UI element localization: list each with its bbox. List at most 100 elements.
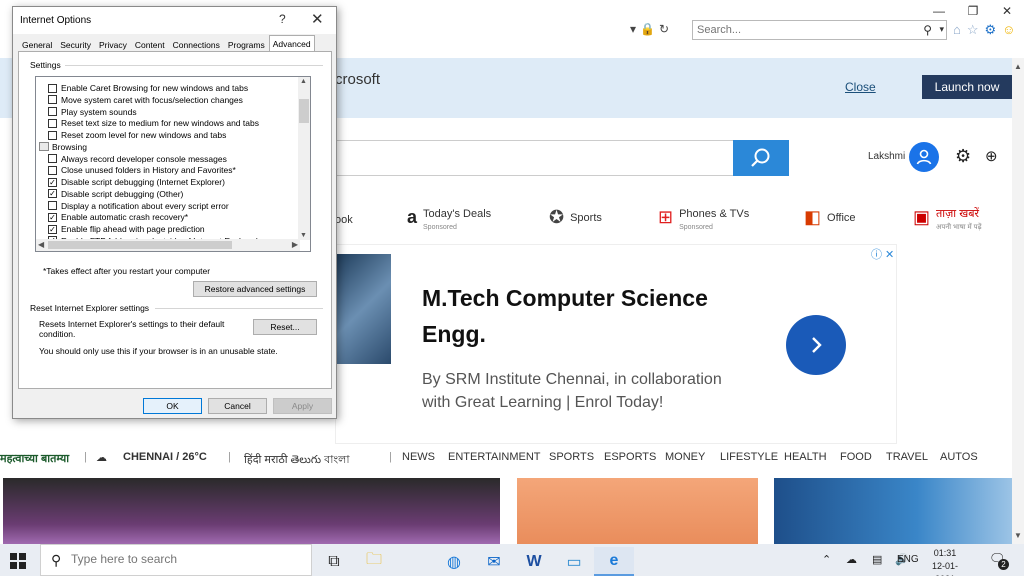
checkbox[interactable] xyxy=(48,118,57,128)
quicklink-sports[interactable]: ✪ Sports xyxy=(549,208,602,226)
reset-button[interactable]: Reset... xyxy=(253,319,317,335)
checkbox[interactable] xyxy=(48,107,57,116)
scroll-right-icon[interactable]: ▶ xyxy=(292,240,298,249)
ok-button[interactable]: OK xyxy=(143,398,202,414)
dropdown-icon[interactable]: ▾ xyxy=(630,22,636,36)
checkbox[interactable] xyxy=(48,95,57,105)
news-card[interactable] xyxy=(774,478,1012,544)
globe-icon[interactable]: ⊕ xyxy=(985,147,998,165)
lock-icon[interactable]: 🔒 xyxy=(640,22,655,36)
ad-next-button[interactable] xyxy=(786,315,846,375)
avatar[interactable] xyxy=(909,142,939,172)
checkbox[interactable]: ✓ xyxy=(48,177,57,187)
nav-travel[interactable]: TRAVEL xyxy=(886,451,928,463)
nav-money[interactable]: MONEY xyxy=(665,451,705,463)
quicklink-office[interactable]: ◧ Office xyxy=(804,208,856,226)
browser-search-input[interactable] xyxy=(693,21,913,39)
weather-text[interactable]: CHENNAI / 26°C xyxy=(123,451,207,463)
task-view-icon[interactable]: ⧉ xyxy=(314,547,354,576)
nav-sports[interactable]: SPORTS xyxy=(549,451,594,463)
web-search-bar[interactable] xyxy=(335,140,789,176)
scrollbar-thumb[interactable] xyxy=(48,241,232,249)
banner-close-link[interactable]: Close xyxy=(845,80,876,94)
checkbox[interactable] xyxy=(48,83,57,93)
file-explorer-icon[interactable]: 🗀 xyxy=(354,547,394,576)
tab-programs[interactable]: Programs xyxy=(224,37,269,51)
cancel-button[interactable]: Cancel xyxy=(208,398,267,414)
feedback-smiley-icon[interactable]: ☺ xyxy=(1002,22,1015,38)
dialog-close-button[interactable]: ✕ xyxy=(311,10,324,28)
setting-checkbox-row[interactable]: Play system sounds xyxy=(48,106,137,118)
settings-gear-icon[interactable]: ⚙ xyxy=(955,146,971,167)
nav-autos[interactable]: AUTOS xyxy=(940,451,978,463)
setting-checkbox-row[interactable]: ✓ Enable automatic crash recovery* xyxy=(48,211,188,223)
apply-button[interactable]: Apply xyxy=(273,398,332,414)
setting-checkbox-row[interactable]: Close unused folders in History and Favo… xyxy=(48,164,236,176)
nav-news[interactable]: NEWS xyxy=(402,451,435,463)
scroll-down-icon[interactable]: ▼ xyxy=(1014,531,1022,540)
hindi-news-label[interactable]: महत्वाच्या बातम्या xyxy=(0,451,69,466)
tab-advanced[interactable]: Advanced xyxy=(268,35,315,51)
setting-checkbox-row[interactable]: Move system caret with focus/selection c… xyxy=(48,94,243,106)
windows-start-icon[interactable] xyxy=(10,553,26,569)
search-dropdown-icon[interactable]: ▾ xyxy=(939,24,944,35)
setting-checkbox-row[interactable]: Reset text size to medium for new window… xyxy=(48,117,259,129)
settings-list[interactable]: Enable Caret Browsing for new windows an… xyxy=(35,76,311,252)
checkbox[interactable] xyxy=(48,165,57,175)
scroll-up-icon[interactable]: ▲ xyxy=(300,78,307,85)
setting-checkbox-row[interactable]: Always record developer console messages xyxy=(48,153,227,165)
language-indicator[interactable]: ENG xyxy=(897,554,919,565)
checkbox[interactable]: ✓ xyxy=(48,224,57,234)
checkbox[interactable] xyxy=(48,130,57,140)
show-hidden-icons-chevron-icon[interactable]: ⌃ xyxy=(822,553,831,566)
setting-checkbox-row[interactable]: Reset zoom level for new windows and tab… xyxy=(48,129,226,141)
nav-food[interactable]: FOOD xyxy=(840,451,872,463)
scroll-down-icon[interactable]: ▼ xyxy=(300,232,307,239)
page-scrollbar[interactable]: ▲ ▼ xyxy=(1012,58,1024,544)
network-icon[interactable]: ▤ xyxy=(872,553,882,566)
news-card[interactable] xyxy=(3,478,500,544)
quicklink-hindi-news[interactable]: ▣ ताज़ा खबरें अपनी भाषा में पढ़ें xyxy=(913,208,982,234)
tab-general[interactable]: General xyxy=(18,37,56,51)
nav-esports[interactable]: ESPORTS xyxy=(604,451,656,463)
setting-checkbox-row[interactable]: ✓ Disable script debugging (Internet Expl… xyxy=(48,176,225,188)
help-button[interactable]: ? xyxy=(279,12,286,26)
edge-icon[interactable]: ◍ xyxy=(434,547,474,576)
minimize-button[interactable]: — xyxy=(922,0,956,22)
tab-security[interactable]: Security xyxy=(56,37,95,51)
nav-lifestyle[interactable]: LIFESTYLE xyxy=(720,451,778,463)
scrollbar-thumb[interactable] xyxy=(299,99,309,123)
refresh-icon[interactable]: ↻ xyxy=(659,22,669,36)
remote-desktop-icon[interactable]: ▭ xyxy=(554,547,594,576)
tab-privacy[interactable]: Privacy xyxy=(95,37,131,51)
launch-now-button[interactable]: Launch now xyxy=(922,75,1012,99)
settings-category[interactable]: Browsing xyxy=(39,141,87,153)
home-icon[interactable]: ⌂ xyxy=(953,22,961,38)
cloud-icon[interactable]: ☁ xyxy=(846,553,857,566)
quicklink-phones-tvs[interactable]: ⊞ Phones & TVs Sponsored xyxy=(658,208,749,234)
setting-checkbox-row[interactable]: ✓ Disable script debugging (Other) xyxy=(48,188,183,200)
scroll-left-icon[interactable]: ◀ xyxy=(38,240,44,249)
user-name[interactable]: Lakshmi xyxy=(868,151,905,162)
tools-gear-icon[interactable]: ⚙ xyxy=(985,22,997,38)
restore-button[interactable]: ❐ xyxy=(956,0,990,22)
system-clock[interactable]: 01:31 12-01-2021 xyxy=(925,547,965,576)
quicklink-facebook[interactable]: ook xyxy=(335,208,353,227)
checkbox[interactable]: ✓ xyxy=(48,189,57,199)
checkbox[interactable] xyxy=(48,201,57,210)
setting-checkbox-row[interactable]: Enable Caret Browsing for new windows an… xyxy=(48,82,248,94)
search-icon[interactable]: ⚲ xyxy=(923,23,932,37)
taskbar-search-input[interactable] xyxy=(71,552,301,566)
taskbar-search-box[interactable]: ⚲ xyxy=(40,544,312,576)
quicklink-todays-deals[interactable]: a Today's Deals Sponsored xyxy=(407,208,491,234)
checkbox[interactable]: ✓ xyxy=(48,212,57,222)
word-icon[interactable]: W xyxy=(514,547,554,576)
web-search-button[interactable] xyxy=(733,140,789,176)
scroll-up-icon[interactable]: ▲ xyxy=(1014,62,1022,71)
nav-entertainment[interactable]: ENTERTAINMENT xyxy=(448,451,541,463)
settings-horizontal-scrollbar[interactable]: ◀ ▶ xyxy=(36,239,300,251)
mail-icon[interactable]: ✉ xyxy=(474,547,514,576)
setting-checkbox-row[interactable]: ✓ Enable flip ahead with page prediction xyxy=(48,223,205,235)
restore-advanced-settings-button[interactable]: Restore advanced settings xyxy=(193,281,317,297)
setting-checkbox-row[interactable]: Display a notification about every scrip… xyxy=(48,200,229,212)
